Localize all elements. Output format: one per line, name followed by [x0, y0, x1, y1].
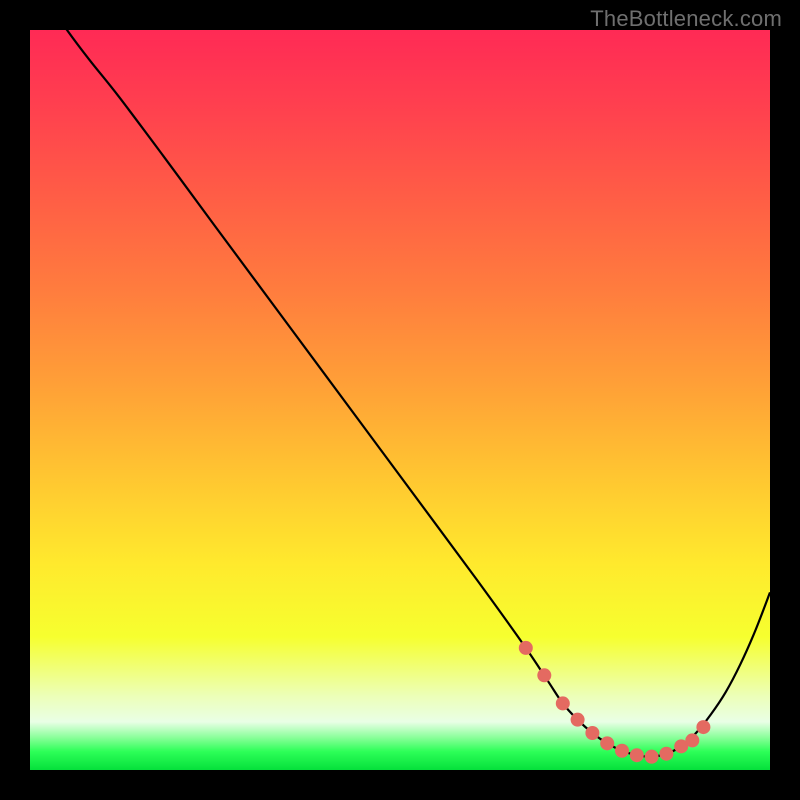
marker-dot [585, 726, 599, 740]
watermark-text: TheBottleneck.com [590, 6, 782, 32]
chart-container: TheBottleneck.com [0, 0, 800, 800]
marker-dot [615, 744, 629, 758]
marker-dot [630, 748, 644, 762]
marker-dot [556, 696, 570, 710]
marker-dot [645, 750, 659, 764]
marker-dot [519, 641, 533, 655]
chart-svg [30, 30, 770, 770]
marker-dot [600, 736, 614, 750]
gradient-background [30, 30, 770, 770]
marker-dot [696, 720, 710, 734]
marker-dot [537, 668, 551, 682]
plot-area [30, 30, 770, 770]
marker-dot [571, 713, 585, 727]
marker-dot [659, 747, 673, 761]
marker-dot [685, 733, 699, 747]
